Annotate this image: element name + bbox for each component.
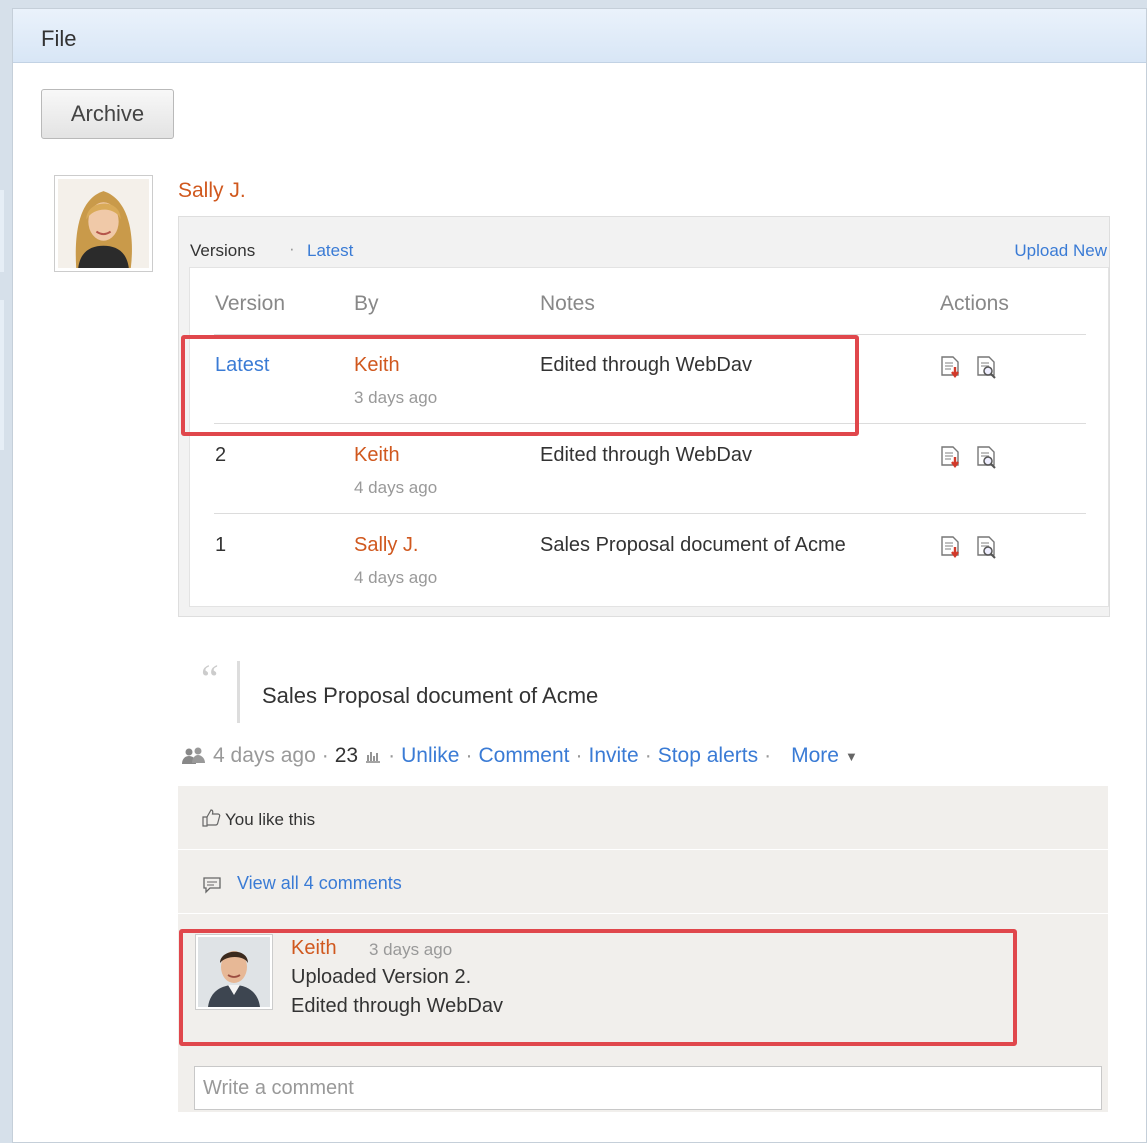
left-edge-accent: [0, 190, 4, 272]
comment-link[interactable]: Comment: [478, 744, 569, 768]
column-header-by: By: [354, 292, 379, 315]
people-icon: [182, 747, 205, 764]
comment-input[interactable]: [194, 1066, 1102, 1110]
quote-text: Sales Proposal document of Acme: [262, 683, 599, 708]
post-time: 4 days ago: [213, 744, 316, 767]
row-divider: [214, 334, 1086, 335]
version-link[interactable]: Latest: [215, 354, 269, 377]
feedback-panel: You like this View all 4 comments Keith …: [178, 786, 1108, 1112]
preview-doc-icon[interactable]: [976, 356, 998, 380]
separator-dot: ·: [575, 744, 583, 767]
column-header-actions: Actions: [940, 292, 1009, 315]
row-divider: [214, 423, 1086, 424]
version-time: 4 days ago: [354, 568, 438, 587]
column-header-version: Version: [215, 292, 286, 315]
version-time: 4 days ago: [354, 478, 438, 497]
download-doc-icon[interactable]: [940, 446, 962, 470]
download-doc-icon[interactable]: [940, 536, 962, 560]
versions-label: Versions: [190, 241, 256, 260]
comment-avatar[interactable]: [195, 934, 273, 1010]
separator-dot: ·: [289, 239, 295, 258]
version-actions: [940, 536, 998, 560]
version-notes: Sales Proposal document of Acme: [540, 534, 846, 556]
comment-time: 3 days ago: [369, 940, 453, 959]
view-all-comments-link[interactable]: View all 4 comments: [237, 873, 402, 894]
post-author-name[interactable]: Sally J.: [178, 179, 246, 203]
file-panel: File Archive Sally J. Versions · Latest …: [12, 8, 1147, 1143]
versions-latest-link[interactable]: Latest: [307, 241, 353, 261]
author-avatar[interactable]: [54, 175, 153, 272]
separator-dot: ·: [644, 744, 652, 767]
archive-button[interactable]: Archive: [41, 89, 174, 139]
likes-row: You like this: [178, 786, 1108, 850]
post-meta-bar: 4 days ago · 23 · Unlike · Comment · Inv…: [181, 744, 858, 768]
chevron-down-icon[interactable]: ▼: [845, 749, 858, 764]
avatar-photo-keith: [198, 937, 270, 1007]
version-author[interactable]: Keith: [354, 444, 400, 467]
likes-text: You like this: [225, 810, 316, 829]
separator-dot: ·: [465, 744, 473, 767]
thumbs-up-icon: [202, 809, 221, 827]
version-actions: [940, 356, 998, 380]
version-author[interactable]: Keith: [354, 354, 400, 377]
unlike-link[interactable]: Unlike: [401, 744, 459, 768]
speech-bubble-icon: [203, 877, 221, 894]
view-comments-row: View all 4 comments: [178, 850, 1108, 914]
panel-titlebar: File: [13, 9, 1146, 63]
quote-mark-icon: “: [201, 656, 219, 701]
version-notes: Edited through WebDav: [540, 444, 752, 466]
view-count: 23: [334, 744, 359, 767]
stats-icon[interactable]: [364, 748, 382, 764]
comment-text-line: Uploaded Version 2.: [291, 966, 472, 988]
separator-dot: ·: [764, 744, 772, 767]
separator-dot: ·: [321, 744, 329, 767]
version-notes: Edited through WebDav: [540, 354, 752, 376]
more-menu-link[interactable]: More: [791, 744, 839, 768]
panel-title: File: [41, 26, 77, 51]
stop-alerts-link[interactable]: Stop alerts: [658, 744, 758, 768]
upload-new-link[interactable]: Upload New: [1014, 241, 1107, 261]
column-header-notes: Notes: [540, 292, 595, 315]
version-actions: [940, 446, 998, 470]
preview-doc-icon[interactable]: [976, 446, 998, 470]
version-author[interactable]: Sally J.: [354, 534, 418, 557]
versions-table: Version By Notes Actions Latest Keith 3 …: [189, 267, 1109, 607]
version-number: 1: [215, 534, 227, 556]
version-time: 3 days ago: [354, 388, 438, 407]
row-divider: [214, 513, 1086, 514]
avatar-photo-sally: [58, 179, 149, 268]
invite-link[interactable]: Invite: [589, 744, 639, 768]
separator-dot: ·: [388, 744, 396, 767]
version-number: 2: [215, 444, 227, 466]
comment-author[interactable]: Keith: [291, 937, 337, 960]
preview-doc-icon[interactable]: [976, 536, 998, 560]
download-doc-icon[interactable]: [940, 356, 962, 380]
versions-panel: Versions · Latest Upload New Version By …: [178, 216, 1110, 617]
quote-bar: [237, 661, 240, 723]
left-edge-accent: [0, 300, 4, 450]
comment-text-line: Edited through WebDav: [291, 995, 503, 1017]
